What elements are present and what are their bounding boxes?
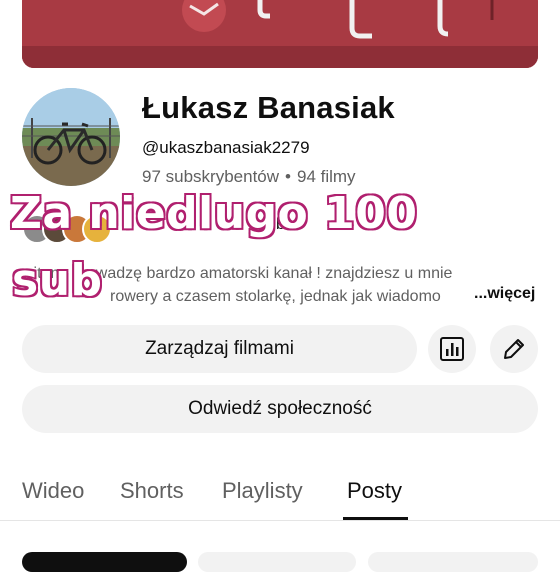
video-count: 94 filmy <box>296 167 356 186</box>
manage-videos-button[interactable]: Zarządzaj filmami <box>22 325 417 373</box>
bar-chart-icon <box>440 337 464 361</box>
channel-banner <box>22 0 538 68</box>
tab-wideo[interactable]: Wideo <box>22 478 84 504</box>
channel-tabs: Wideo Shorts Playlisty Posty <box>0 462 560 521</box>
filter-chips <box>0 552 560 572</box>
overlay-caption-line-2: sub <box>11 254 104 308</box>
tab-posty[interactable]: Posty <box>347 478 402 504</box>
overlay-caption-line-1: Za niedlugo 100 <box>8 187 418 241</box>
filter-chip[interactable] <box>198 552 356 572</box>
tab-shorts[interactable]: Shorts <box>120 478 184 504</box>
active-tab-indicator <box>343 517 408 520</box>
channel-stats: 97 subskrybentów • 94 filmy <box>142 167 356 187</box>
subscriber-count: 97 subskrybentów <box>142 167 280 186</box>
channel-name: Łukasz Banasiak <box>142 90 395 125</box>
stats-separator: • <box>285 167 291 186</box>
channel-avatar[interactable] <box>22 88 120 186</box>
pencil-icon <box>504 339 524 359</box>
tab-playlisty[interactable]: Playlisty <box>222 478 303 504</box>
filter-chip[interactable] <box>22 552 187 572</box>
edit-channel-button[interactable] <box>490 325 538 373</box>
channel-handle: @ukaszbanasiak2279 <box>142 138 310 157</box>
analytics-button[interactable] <box>428 325 476 373</box>
more-link[interactable]: ...więcej <box>470 285 536 303</box>
filter-chip[interactable] <box>368 552 538 572</box>
visit-community-button[interactable]: Odwiedź społeczność <box>22 385 538 433</box>
